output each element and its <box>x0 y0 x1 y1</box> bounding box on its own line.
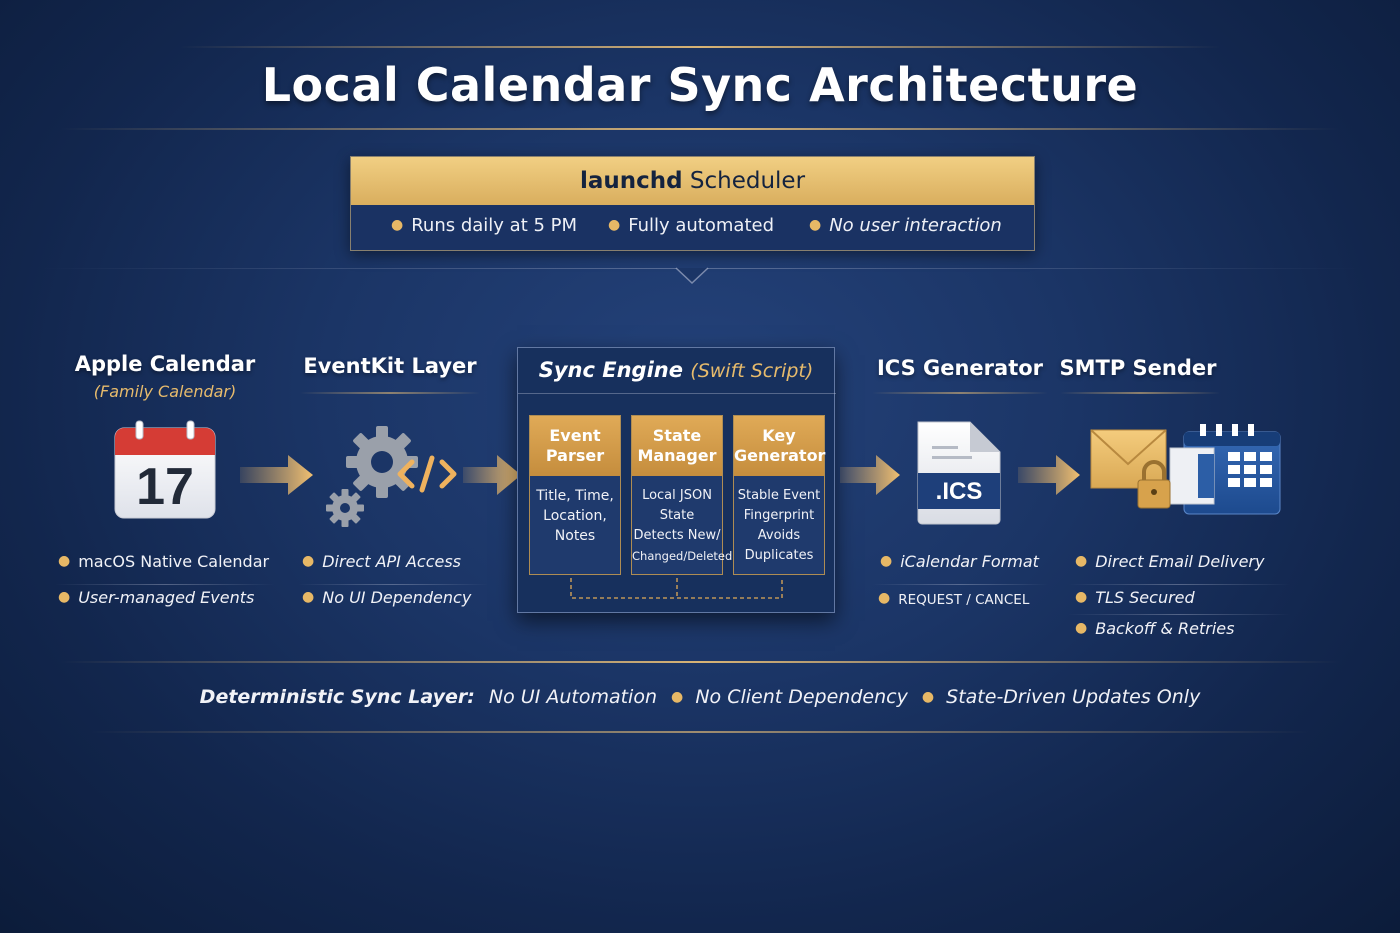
apple-bullet-divider <box>55 584 275 585</box>
module-connector-lines <box>570 578 783 599</box>
scheduler-item-text: No user interaction <box>829 215 1002 236</box>
scheduler-item-text: Fully automated <box>628 215 775 236</box>
ics-file-icon: .ICS <box>917 421 1001 525</box>
module-header: Key Generator <box>734 416 825 476</box>
smtp-bullet: ● Backoff & Retries <box>1075 619 1235 638</box>
sync-engine-title: Sync Engine (Swift Script) <box>518 358 834 382</box>
gears-code-icon <box>326 426 457 527</box>
ics-bullet-divider <box>872 584 1048 585</box>
apple-bullet: ● macOS Native Calendar <box>58 552 270 571</box>
deterministic-sync-footer: Deterministic Sync Layer: No UI Automati… <box>199 686 1201 708</box>
launchd-scheduler-box: launchd Scheduler ● Runs daily at 5 PM ● F… <box>350 156 1035 251</box>
footer-item: State-Driven Updates Only <box>946 686 1201 708</box>
title-top-rule <box>180 46 1220 48</box>
smtp-bullet-divider <box>1068 614 1290 615</box>
scheduler-name-bold: launchd <box>579 168 683 194</box>
scheduler-item-text: Runs daily at 5 PM <box>411 215 578 236</box>
scheduler-item: ● Fully automated <box>608 215 775 236</box>
flow-arrow-icon <box>463 455 521 495</box>
smtp-bullet-divider <box>1068 584 1290 585</box>
state-manager-module: State Manager Local JSON State Detects Ne… <box>631 415 733 575</box>
module-header: State Manager <box>632 416 722 476</box>
sync-engine-name: Sync Engine <box>538 358 683 382</box>
sync-engine-subtitle: (Swift Script) <box>690 360 814 382</box>
smtp-title-rule <box>1060 392 1220 394</box>
eventkit-bullet: ● Direct API Access <box>302 552 462 571</box>
module-header: Event Parser <box>530 416 620 476</box>
module-body: Title, Time, Location, Notes <box>536 488 614 544</box>
footer-top-rule <box>60 661 1340 663</box>
calendar-icon: 17 <box>114 420 216 519</box>
eventkit-bullet: ● No UI Dependency <box>302 588 472 607</box>
scheduler-name-rest: Scheduler <box>689 168 806 194</box>
eventkit-bullet-divider <box>298 584 488 585</box>
apple-calendar-title: Apple Calendar <box>74 352 256 376</box>
eventkit-title: EventKit Layer <box>303 354 477 378</box>
smtp-bullet: ● TLS Secured <box>1075 588 1195 607</box>
event-parser-module: Event Parser Title, Time, Location, Notes <box>529 415 621 575</box>
smtp-sender-title: SMTP Sender <box>1059 356 1217 380</box>
ics-bullet: ● iCalendar Format <box>880 552 1039 571</box>
scheduler-item: ● No user interaction <box>809 215 1002 236</box>
module-body: Stable Event Fingerprint Avoids Duplicat… <box>737 488 821 563</box>
engine-title-divider <box>518 393 836 394</box>
apple-calendar-subtitle: (Family Calendar) <box>93 382 237 401</box>
flow-arrow-icon <box>1018 455 1080 495</box>
footer-item: No UI Automation <box>488 686 657 708</box>
ics-title-rule <box>872 392 1048 394</box>
module-body: Local JSON State Detects New/ Changed/De… <box>632 488 733 563</box>
email-calendar-icon <box>1090 424 1281 515</box>
sync-engine-box: Sync Engine (Swift Script) Event Parser T… <box>517 347 836 613</box>
footer-item: No Client Dependency <box>695 686 908 708</box>
footer-bottom-rule <box>90 731 1310 733</box>
ics-generator-title: ICS Generator <box>876 356 1044 380</box>
ics-file-label: .ICS <box>936 478 983 505</box>
scheduler-item: ● Runs daily at 5 PM <box>391 215 578 236</box>
flow-arrow-icon <box>840 455 900 495</box>
smtp-bullet: ● Direct Email Delivery <box>1075 552 1265 571</box>
eventkit-title-rule <box>300 392 480 394</box>
footer-label: Deterministic Sync Layer: <box>199 686 475 708</box>
title-bottom-rule <box>60 128 1340 130</box>
scheduler-header: launchd Scheduler <box>351 157 1034 205</box>
calendar-day-number: 17 <box>136 458 194 516</box>
scheduler-pointer-icon <box>675 267 709 285</box>
key-generator-module: Key Generator Stable Event Fingerprint Av… <box>733 415 825 575</box>
apple-bullet: ● User-managed Events <box>58 588 255 607</box>
page-title: Local Calendar Sync Architecture <box>261 58 1139 112</box>
ics-bullet: ● REQUEST / CANCEL <box>878 590 1030 608</box>
flow-arrow-icon <box>240 455 313 495</box>
